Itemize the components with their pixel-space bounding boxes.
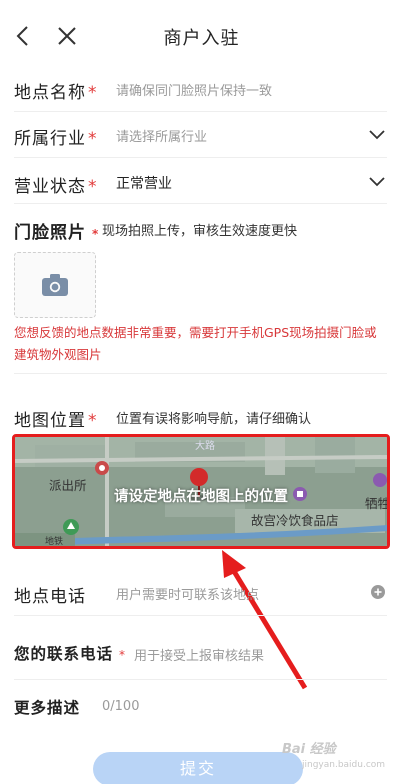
location-phone-input[interactable]: 用户需要时可联系该地点 [116,584,259,603]
add-circle-icon[interactable] [371,585,385,599]
photo-upload-button[interactable] [14,252,96,318]
watermark-logo: Bai 经验 [282,742,336,757]
park-icon [63,519,79,535]
map-overlay-text: 请设定地点在地图上的位置 [114,489,288,505]
map-poi-top: 大路 [195,441,215,452]
top-bar: 商户入驻 [0,0,403,72]
industry-select[interactable]: 请选择所属行业 [116,126,207,145]
contact-phone-label: 您的联系电话 * [14,645,127,663]
business-status-select[interactable]: 正常营业 [116,173,172,193]
location-phone-label: 地点电话 [14,587,86,607]
more-description-counter: 0/100 [102,699,140,714]
map-picker[interactable]: 派出所 故宫冷饮食品店 牺牲 大路 地铁 请设定地点在地图上的位置 [12,434,390,549]
industry-label: 所属行业 * [14,129,98,149]
page-title: 商户入驻 [163,28,240,49]
storefront-photo-label: 门脸照片 * [14,223,100,243]
map-location-label: 地图位置 * [14,411,98,431]
chevron-down-icon[interactable] [369,129,385,141]
location-name-input[interactable]: 请确保同门脸照片保持一致 [116,80,272,99]
map-poi-bottom: 地铁 [45,537,64,547]
police-icon [95,461,109,475]
photo-warning-text: 您想反馈的地点数据非常重要，需要打开手机GPS现场拍摄门脸或建筑物外观图片 [14,325,377,362]
map-poi-food: 故宫冷饮食品店 [251,513,339,528]
map-location-hint: 位置有误将影响导航，请仔细确认 [116,412,312,427]
contact-phone-row[interactable]: 您的联系电话 * 用于接受上报审核结果 [14,618,387,680]
location-name-row[interactable]: 地点名称 * 请确保同门脸照片保持一致 [14,72,387,112]
submit-button[interactable]: 提交 [93,752,303,784]
industry-row[interactable]: 所属行业 * 请选择所属行业 [14,114,387,158]
watermark-url: jingyan.baidu.com [302,760,386,770]
camera-icon [42,274,68,296]
storefront-photo-hint: 现场拍照上传，审核生效速度更快 [102,224,298,239]
business-status-label: 营业状态 * [14,177,98,197]
chevron-down-icon[interactable] [369,176,385,188]
location-name-label: 地点名称 * [14,83,98,103]
map-location-header: 地图位置 * 位置有误将影响导航，请仔细确认 [14,404,386,431]
more-description-label: 更多描述 [14,699,81,717]
contact-phone-input[interactable]: 用于接受上报审核结果 [134,645,264,664]
business-status-row[interactable]: 营业状态 * 正常营业 [14,160,387,204]
more-description-row[interactable]: 更多描述 0/100 [14,694,386,722]
location-phone-row[interactable]: 地点电话 用户需要时可联系该地点 [14,566,387,616]
